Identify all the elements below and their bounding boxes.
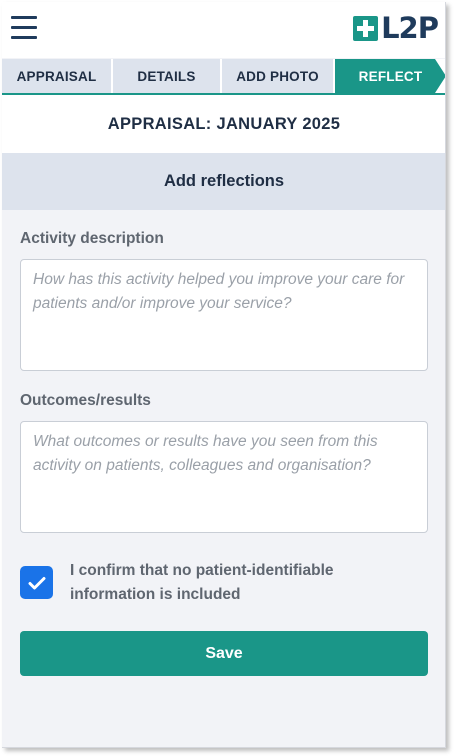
save-button[interactable]: Save <box>20 631 428 676</box>
section-header: Add reflections <box>2 153 445 210</box>
app-screen: L2P APPRAISAL DETAILS ADD PHOTO REFLECT … <box>2 2 446 748</box>
logo-text: L2P <box>381 11 439 45</box>
activity-description-input[interactable] <box>20 259 428 371</box>
section-title: Add reflections <box>163 172 285 190</box>
outcomes-results-label: Outcomes/results <box>20 392 151 409</box>
confirm-label: I confirm that no patient-identifiable i… <box>70 562 334 603</box>
checkmark-icon <box>28 576 45 589</box>
tab-bar: APPRAISAL DETAILS ADD PHOTO REFLECT <box>2 59 445 95</box>
app-logo[interactable]: L2P <box>353 11 439 45</box>
tab-appraisal[interactable]: APPRAISAL <box>2 59 113 93</box>
tab-details[interactable]: DETAILS <box>113 59 222 93</box>
medical-cross-icon <box>353 15 379 41</box>
app-header: L2P <box>2 2 445 58</box>
tab-reflect[interactable]: REFLECT <box>335 59 445 93</box>
activity-description-label: Activity description <box>20 230 164 247</box>
hamburger-menu-icon[interactable] <box>11 15 39 39</box>
outcomes-results-input[interactable] <box>20 421 428 533</box>
confirm-checkbox[interactable] <box>20 566 53 599</box>
title-bar: APPRAISAL: JANUARY 2025 <box>2 95 445 153</box>
page-title: APPRAISAL: JANUARY 2025 <box>107 114 341 133</box>
tab-add-photo[interactable]: ADD PHOTO <box>222 59 335 93</box>
